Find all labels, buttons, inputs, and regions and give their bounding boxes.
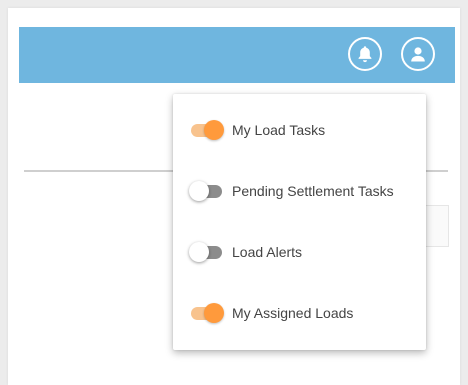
toggle-knob — [204, 303, 224, 323]
user-icon — [411, 47, 425, 62]
menu-item-my-assigned-loads[interactable]: My Assigned Loads — [173, 293, 426, 333]
menu-item-label: Load Alerts — [232, 244, 303, 260]
header-bar — [19, 27, 455, 83]
toggle-knob — [189, 181, 209, 201]
user-profile-button[interactable] — [401, 37, 435, 71]
menu-item-my-load-tasks[interactable]: My Load Tasks — [173, 110, 426, 150]
bell-icon — [358, 46, 372, 63]
menu-item-pending-settlement-tasks[interactable]: Pending Settlement Tasks — [173, 171, 426, 211]
toggle-switch[interactable] — [190, 303, 224, 323]
toggle-switch[interactable] — [189, 242, 224, 262]
toggle-knob — [189, 242, 209, 262]
menu-item-label: My Load Tasks — [232, 122, 326, 138]
menu-item-load-alerts[interactable]: Load Alerts — [173, 232, 426, 272]
toggle-switch[interactable] — [189, 181, 224, 201]
toggle-switch[interactable] — [190, 120, 224, 140]
task-toggle-menu: My Load Tasks Pending Settlement Tasks L… — [173, 94, 426, 350]
toggle-knob — [204, 120, 224, 140]
menu-item-label: Pending Settlement Tasks — [232, 183, 394, 199]
notifications-button[interactable] — [348, 37, 382, 71]
menu-item-label: My Assigned Loads — [232, 305, 354, 321]
